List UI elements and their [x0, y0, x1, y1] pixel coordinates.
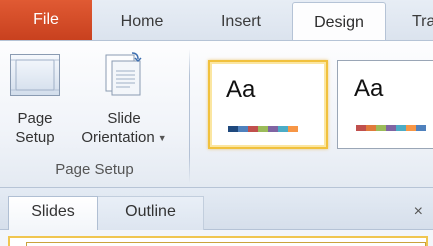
slide-orientation-label-line1: Slide: [107, 110, 141, 127]
color-swatch: [416, 125, 426, 131]
tab-outline[interactable]: Outline: [98, 196, 204, 230]
page-setup-button[interactable]: Page Setup: [4, 47, 66, 147]
tab-design[interactable]: Design: [292, 2, 386, 41]
slide-thumbnail-content: [26, 242, 426, 246]
slide-orientation-label-line2: Orientation: [81, 129, 155, 146]
color-swatch: [376, 125, 386, 131]
theme-sample-text: Aa: [226, 76, 256, 103]
theme-thumbnail[interactable]: Aa: [337, 60, 433, 149]
ribbon-design: Page Setup Slide Orientation ▼ Page Setup: [0, 40, 433, 188]
color-swatch: [288, 126, 298, 132]
color-swatch: [356, 125, 366, 131]
ribbon-tab-strip: File Home Insert Design Tra: [0, 0, 433, 41]
dropdown-arrow-icon: ▼: [157, 132, 167, 143]
color-swatch: [248, 126, 258, 132]
color-swatch: [228, 126, 238, 132]
color-swatch: [396, 125, 406, 131]
slides-pane-header: Slides Outline ×: [0, 188, 433, 230]
color-swatch: [366, 125, 376, 131]
color-swatch: [278, 126, 288, 132]
tab-slides[interactable]: Slides: [8, 196, 98, 230]
tab-file[interactable]: File: [0, 0, 92, 41]
group-label-page-setup: Page Setup: [55, 161, 134, 178]
slide-orientation-button[interactable]: Slide Orientation ▼: [64, 47, 184, 148]
theme-thumbnail-selected[interactable]: Aa: [208, 60, 328, 149]
color-swatch: [238, 126, 248, 132]
page-setup-label-line1: Page: [17, 110, 53, 127]
slide-orientation-icon: [105, 52, 142, 96]
color-swatch: [258, 126, 268, 132]
tab-transitions[interactable]: Tra: [398, 2, 433, 41]
color-swatch: [268, 126, 278, 132]
theme-color-swatches: [228, 126, 298, 132]
theme-color-swatches: [356, 125, 426, 131]
page-setup-icon: [10, 54, 60, 96]
close-pane-icon[interactable]: ×: [414, 202, 423, 222]
tab-insert[interactable]: Insert: [196, 2, 286, 41]
group-separator: [189, 49, 190, 183]
color-swatch: [386, 125, 396, 131]
theme-sample-text: Aa: [354, 75, 384, 102]
page-setup-label-line2: Setup: [15, 129, 55, 146]
tab-home[interactable]: Home: [100, 2, 184, 41]
color-swatch: [406, 125, 416, 131]
themes-gallery: Aa Aa: [200, 47, 433, 157]
